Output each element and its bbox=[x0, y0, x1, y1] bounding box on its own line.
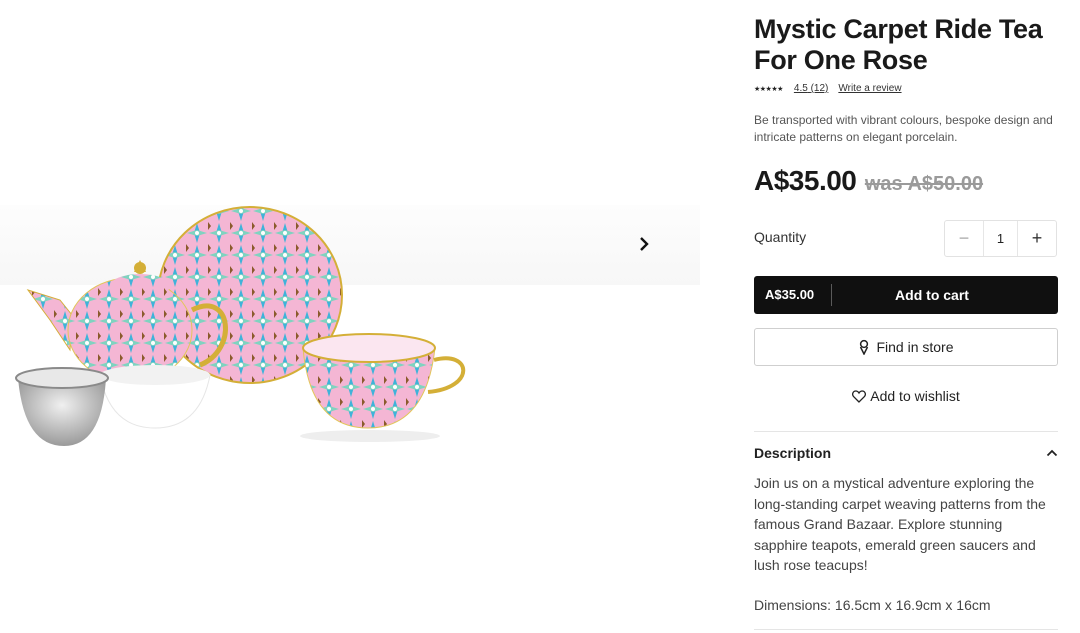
divider bbox=[754, 629, 1058, 630]
rating-row: ★★★★★ 4.5 (12) Write a review bbox=[754, 83, 912, 94]
next-image-button[interactable] bbox=[632, 232, 656, 256]
rating-value: 4.5 bbox=[793, 83, 808, 94]
heart-icon bbox=[852, 389, 867, 403]
divider bbox=[754, 431, 1058, 432]
add-to-wishlist-button[interactable]: Add to wishlist bbox=[754, 388, 1058, 404]
chevron-up-icon bbox=[1046, 449, 1058, 457]
wishlist-label: Add to wishlist bbox=[870, 388, 960, 404]
current-price: A$35.00 bbox=[754, 165, 857, 196]
product-image bbox=[15, 206, 466, 446]
chevron-right-icon bbox=[640, 237, 649, 251]
description-body: Join us on a mystical adventure explorin… bbox=[754, 475, 1046, 574]
star-rating-icon: ★★★★★ bbox=[754, 85, 783, 93]
map-pin-icon bbox=[860, 339, 869, 355]
decrease-quantity-button[interactable]: − bbox=[945, 221, 983, 256]
product-title: Mystic Carpet Ride Tea For One Rose bbox=[754, 14, 1043, 75]
quantity-label: Quantity bbox=[754, 229, 807, 245]
product-gallery bbox=[0, 0, 730, 633]
find-in-store-button[interactable]: Find in store bbox=[754, 328, 1058, 366]
was-price: was A$50.00 bbox=[864, 173, 984, 195]
find-in-store-label: Find in store bbox=[876, 339, 954, 355]
description-toggle[interactable]: Description bbox=[754, 445, 1058, 461]
review-count: (12) bbox=[810, 83, 829, 94]
price-row: A$35.00 was A$50.00 bbox=[754, 165, 983, 197]
write-review-link[interactable]: Write a review bbox=[838, 83, 901, 94]
quantity-input[interactable]: 1 bbox=[983, 221, 1018, 256]
cart-button-price: A$35.00 bbox=[754, 284, 832, 306]
cart-button-label: Add to cart bbox=[895, 287, 969, 303]
product-dimensions: Dimensions: 16.5cm x 16.9cm x 16cm bbox=[754, 597, 991, 613]
add-to-cart-button[interactable]: A$35.00 Add to cart bbox=[754, 276, 1058, 314]
description-heading: Description bbox=[754, 445, 832, 461]
quantity-stepper: − 1 + bbox=[944, 220, 1057, 257]
product-tagline: Be transported with vibrant colours, bes… bbox=[754, 113, 1053, 144]
rating-link[interactable]: 4.5 (12) bbox=[794, 83, 828, 94]
increase-quantity-button[interactable]: + bbox=[1018, 221, 1056, 256]
